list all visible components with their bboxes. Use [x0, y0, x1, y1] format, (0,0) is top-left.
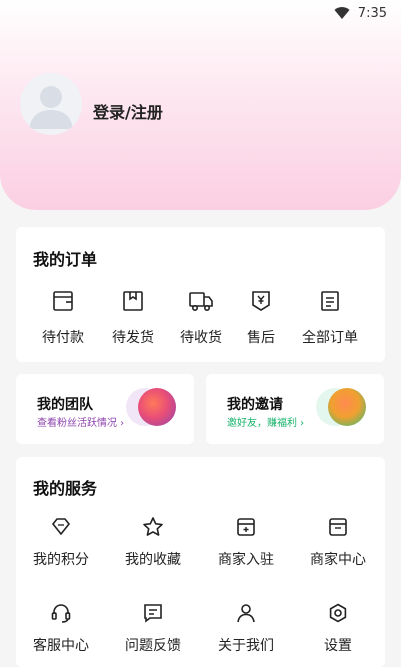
order-pending-payment[interactable]: 待付款 [28, 289, 98, 347]
my-team-card[interactable]: 我的团队 查看粉丝活跃情况 › [16, 374, 194, 444]
service-label: 问题反馈 [125, 638, 181, 654]
truck-icon [189, 292, 213, 311]
service-label: 设置 [324, 638, 352, 654]
avatar-placeholder-icon [29, 86, 73, 129]
service-label: 商家中心 [310, 552, 366, 568]
invite-illustration-icon [328, 388, 366, 426]
store-add-icon [237, 518, 255, 536]
service-label: 关于我们 [218, 638, 274, 654]
order-all[interactable]: 全部订单 [295, 289, 365, 347]
order-item-label: 待付款 [42, 330, 84, 346]
invite-subtitle: 邀好友，赚福利 › [227, 418, 305, 429]
login-register-link[interactable]: 登录/注册 [93, 99, 163, 123]
order-list-icon [321, 291, 339, 311]
order-item-label: 全部订单 [302, 330, 358, 346]
avatar[interactable] [20, 73, 82, 135]
after-sale-icon [252, 291, 270, 311]
service-about-us[interactable]: 关于我们 [201, 602, 291, 655]
services-card: 我的服务 我的积分 我的收藏 商家入驻 商家中心 客服中心 问题反馈 关于我们 … [16, 457, 385, 667]
team-title: 我的团队 [37, 397, 93, 413]
service-favorites[interactable]: 我的收藏 [108, 516, 198, 569]
status-bar: 7:35 [0, 0, 401, 26]
team-subtitle: 查看粉丝活跃情况 › [37, 418, 125, 429]
service-label: 客服中心 [33, 638, 89, 654]
services-title: 我的服务 [33, 479, 98, 498]
package-icon [123, 291, 143, 311]
my-invite-card[interactable]: 我的邀请 邀好友，赚福利 › [206, 374, 384, 444]
order-item-label: 待发货 [112, 330, 154, 346]
invite-title: 我的邀请 [227, 397, 283, 413]
service-merchant-join[interactable]: 商家入驻 [201, 516, 291, 569]
orders-title: 我的订单 [33, 250, 98, 269]
settings-icon [329, 603, 347, 623]
order-item-label: 售后 [247, 330, 275, 346]
service-merchant-center[interactable]: 商家中心 [293, 516, 383, 569]
orders-card: 我的订单 待付款 待发货 待收货 售后 全部订单 [16, 227, 385, 362]
order-after-sale[interactable]: 售后 [226, 289, 296, 347]
status-time: 7:35 [357, 5, 387, 21]
diamond-icon [51, 518, 71, 536]
feedback-icon [144, 604, 162, 623]
service-settings[interactable]: 设置 [293, 602, 383, 655]
service-label: 我的收藏 [125, 552, 181, 568]
wallet-icon [53, 291, 73, 311]
service-customer-support[interactable]: 客服中心 [16, 602, 106, 655]
user-icon [237, 604, 255, 623]
service-label: 商家入驻 [218, 552, 274, 568]
star-icon [143, 517, 163, 536]
order-pending-shipment[interactable]: 待发货 [98, 289, 168, 347]
service-points[interactable]: 我的积分 [16, 516, 106, 569]
headset-icon [51, 604, 71, 623]
service-label: 我的积分 [33, 552, 89, 568]
wifi-icon [334, 6, 350, 20]
service-feedback[interactable]: 问题反馈 [108, 602, 198, 655]
store-icon [329, 518, 347, 536]
team-illustration-icon [138, 388, 176, 426]
